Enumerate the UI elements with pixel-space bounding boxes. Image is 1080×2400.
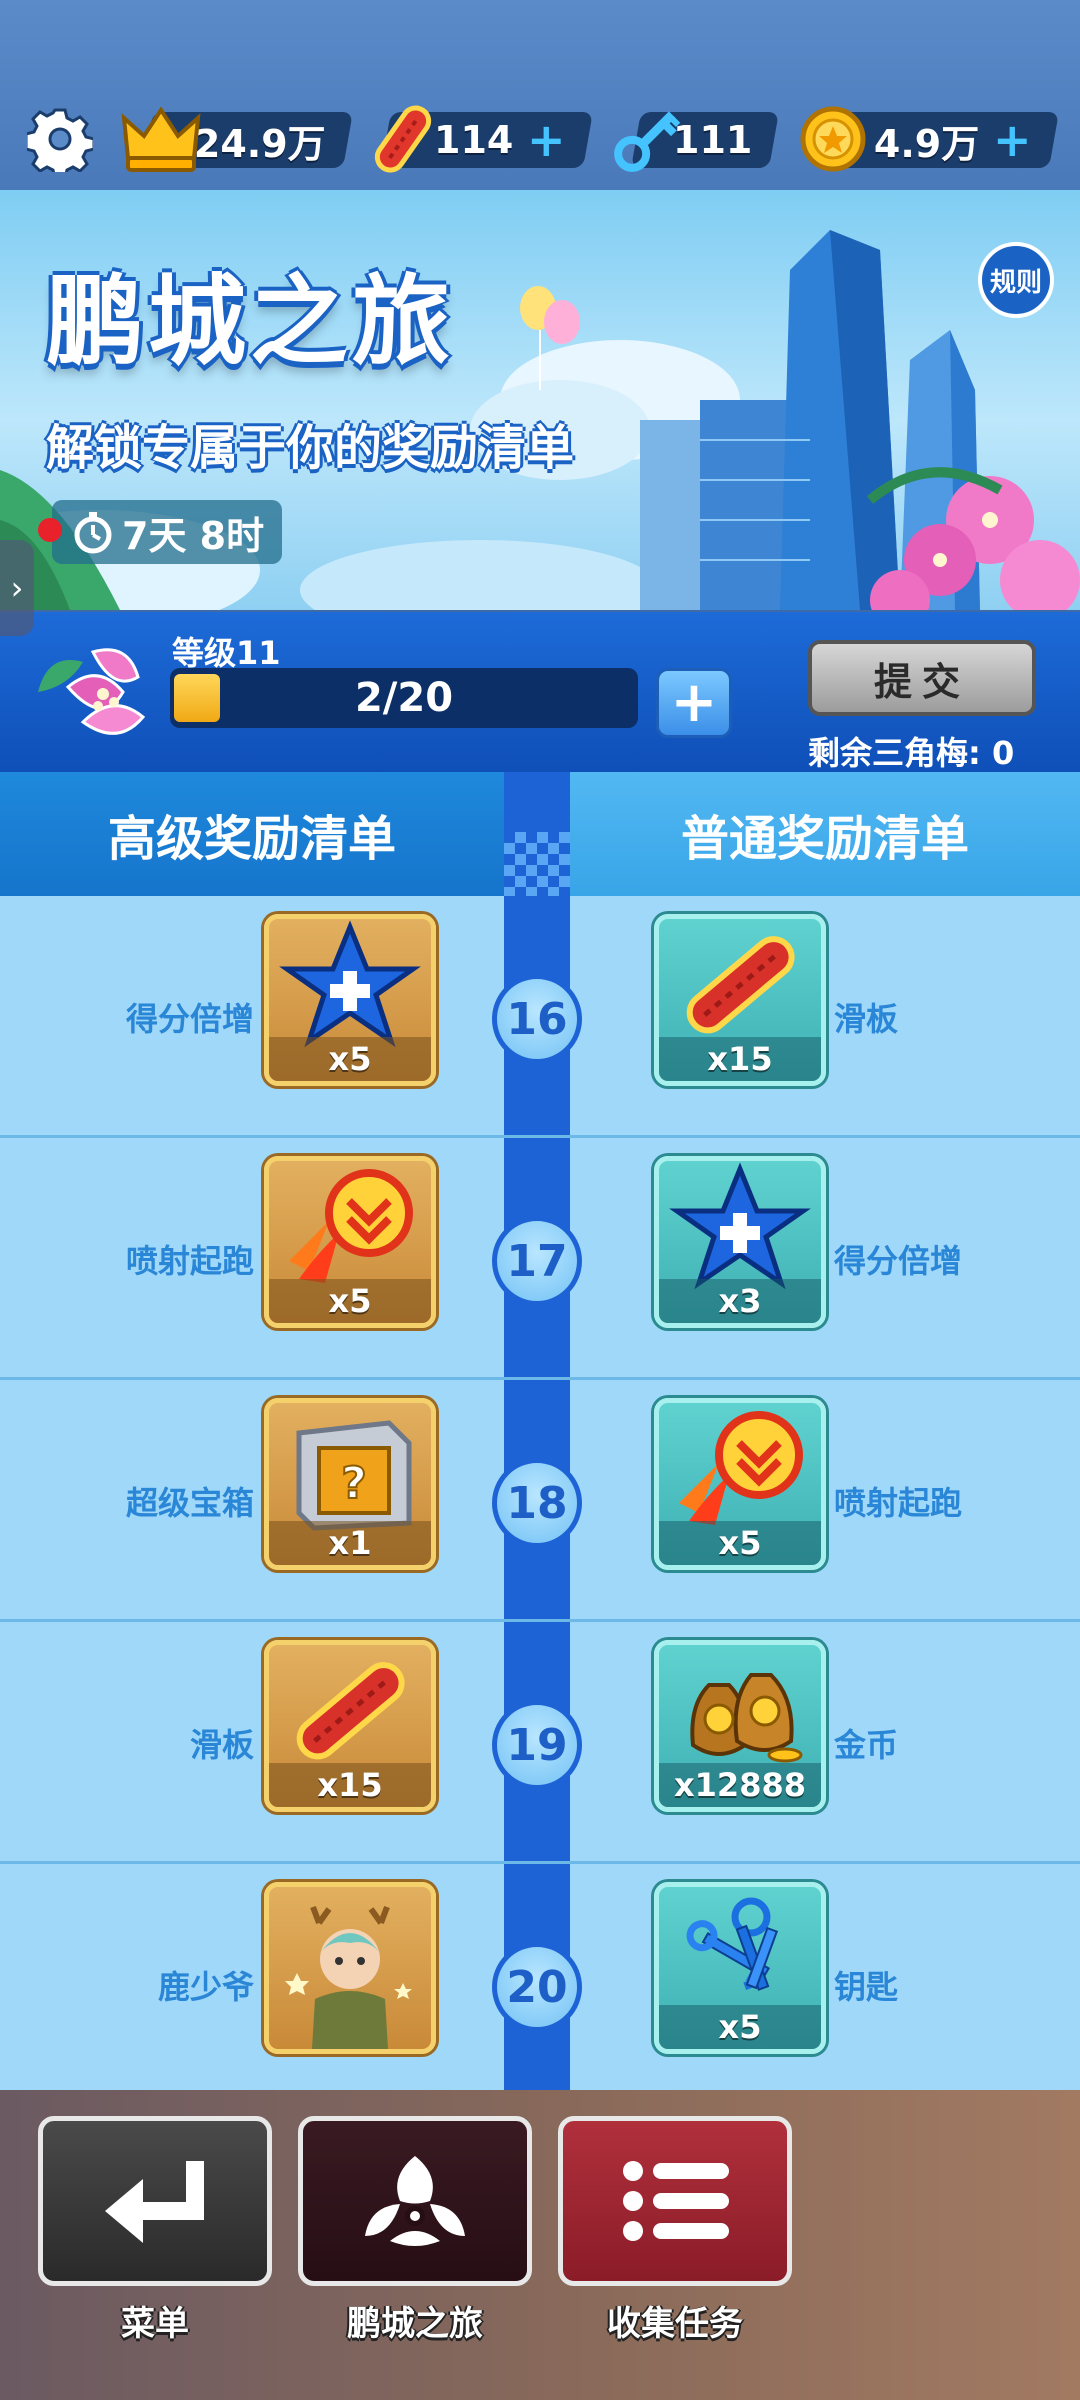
- premium-item-label: 滑板: [189, 1726, 254, 1764]
- normal-reward-card[interactable]: x12888: [654, 1640, 826, 1812]
- level-progress-panel: 等级11 2/20 + 提交 剩余三角梅: 0: [0, 612, 1080, 772]
- collection-tasks-button[interactable]: [558, 2116, 792, 2286]
- premium-reward-card[interactable]: [264, 1882, 436, 2054]
- list-icon: [623, 2161, 729, 2241]
- level-badge: 19: [492, 1700, 582, 1790]
- level-badge: 20: [492, 1942, 582, 2032]
- crown-value: 24.9万: [194, 121, 326, 166]
- reward-row: 喷射起跑 x5 17 x3 得分倍增: [0, 1138, 1080, 1380]
- stopwatch-icon: [74, 512, 112, 554]
- reward-lists[interactable]: 高级奖励清单 普通奖励清单 得分倍增 x5 16 x15 滑板 喷射起跑 x5 …: [0, 772, 1080, 2090]
- event-timer: 7天 8时: [52, 500, 282, 564]
- premium-list-header: 高级奖励清单: [0, 772, 504, 896]
- rules-button[interactable]: 规则: [978, 242, 1054, 318]
- coin-icon: [800, 106, 866, 172]
- premium-item-label: 超级宝箱: [125, 1484, 254, 1522]
- event-banner: 鹏城之旅 解锁专属于你的奖励清单 规则 7天 8时: [0, 190, 1080, 610]
- chevron-right-icon: ›: [10, 569, 24, 607]
- banner-title: 鹏城之旅: [46, 265, 455, 379]
- reward-row: 得分倍增 x5 16 x15 滑板: [0, 896, 1080, 1138]
- level-progress-text: 2/20: [354, 675, 454, 721]
- skateboard-value: 114: [434, 118, 514, 162]
- bottom-navigation: 菜单 鹏城之旅 收集任务: [0, 2090, 1080, 2400]
- premium-item-label: 喷射起跑: [125, 1242, 254, 1280]
- premium-item-qty: x15: [269, 1763, 431, 1807]
- reward-row: 鹿少爷 20 x5 钥匙: [0, 1864, 1080, 2090]
- normal-reward-card[interactable]: x5: [654, 1882, 826, 2054]
- add-skateboard-button[interactable]: +: [527, 113, 566, 167]
- reward-row: 滑板 x15 19 x12888 金币: [0, 1622, 1080, 1864]
- resource-bar: 24.9万 114 + 111 4.9万 +: [0, 0, 1080, 190]
- premium-item-qty: x5: [269, 1279, 431, 1323]
- svg-text:?: ?: [341, 1458, 367, 1509]
- journey-button[interactable]: [298, 2116, 532, 2286]
- gear-icon: [27, 108, 93, 172]
- normal-list-header: 普通奖励清单: [570, 772, 1080, 896]
- menu-label: 菜单: [121, 2304, 189, 2344]
- premium-reward-card[interactable]: x5: [264, 1156, 436, 1328]
- premium-item-label: 得分倍增: [125, 1000, 254, 1038]
- bougainvillea-flower-icon: [38, 648, 146, 735]
- level-progress-bar: 2/20: [170, 668, 638, 728]
- level-badge: 16: [492, 974, 582, 1064]
- side-drawer-arrow[interactable]: ›: [0, 540, 34, 636]
- settings-button[interactable]: [24, 103, 96, 175]
- normal-item-label: 滑板: [834, 1000, 899, 1038]
- submit-button[interactable]: 提交: [808, 640, 1036, 716]
- premium-item-qty: x5: [269, 1037, 431, 1081]
- normal-reward-card[interactable]: x3: [654, 1156, 826, 1328]
- premium-reward-card[interactable]: x5: [264, 914, 436, 1086]
- track-checker-pattern: [504, 832, 570, 896]
- level-badge: 17: [492, 1216, 582, 1306]
- normal-item-qty: x5: [659, 2005, 821, 2049]
- premium-reward-card[interactable]: ? x1: [264, 1398, 436, 1570]
- normal-item-qty: x12888: [659, 1763, 821, 1807]
- normal-item-qty: x15: [659, 1037, 821, 1081]
- journey-label: 鹏城之旅: [347, 2304, 483, 2344]
- normal-item-label: 金币: [834, 1726, 899, 1764]
- collection-tasks-label: 收集任务: [607, 2304, 743, 2344]
- premium-item-label: 鹿少爷: [157, 1968, 254, 2006]
- premium-item-qty: x1: [269, 1521, 431, 1565]
- add-coin-button[interactable]: +: [993, 113, 1032, 167]
- key-icon: [614, 111, 681, 172]
- normal-item-label: 喷射起跑: [834, 1484, 963, 1522]
- normal-item-label: 得分倍增: [834, 1242, 963, 1280]
- buy-level-button[interactable]: +: [656, 668, 732, 738]
- normal-item-qty: x3: [659, 1279, 821, 1323]
- normal-reward-card[interactable]: x15: [654, 914, 826, 1086]
- timer-text: 7天 8时: [122, 513, 265, 558]
- notification-dot: [38, 518, 62, 542]
- reward-row: 超级宝箱 ? x1 18 x5 喷射起跑: [0, 1380, 1080, 1622]
- normal-reward-card[interactable]: x5: [654, 1398, 826, 1570]
- normal-item-qty: x5: [659, 1521, 821, 1565]
- remaining-flowers: 剩余三角梅: 0: [808, 734, 1015, 772]
- level-badge: 18: [492, 1458, 582, 1548]
- banner-subtitle: 解锁专属于你的奖励清单: [46, 420, 575, 476]
- return-arrow-icon: [105, 2161, 204, 2243]
- flower-emblem-icon: [365, 2156, 465, 2246]
- coin-value: 4.9万: [874, 121, 980, 166]
- skateboard-icon: [374, 105, 432, 173]
- premium-reward-card[interactable]: x15: [264, 1640, 436, 1812]
- normal-item-label: 钥匙: [834, 1968, 899, 2006]
- menu-button[interactable]: [38, 2116, 272, 2286]
- crown-icon: [121, 106, 201, 172]
